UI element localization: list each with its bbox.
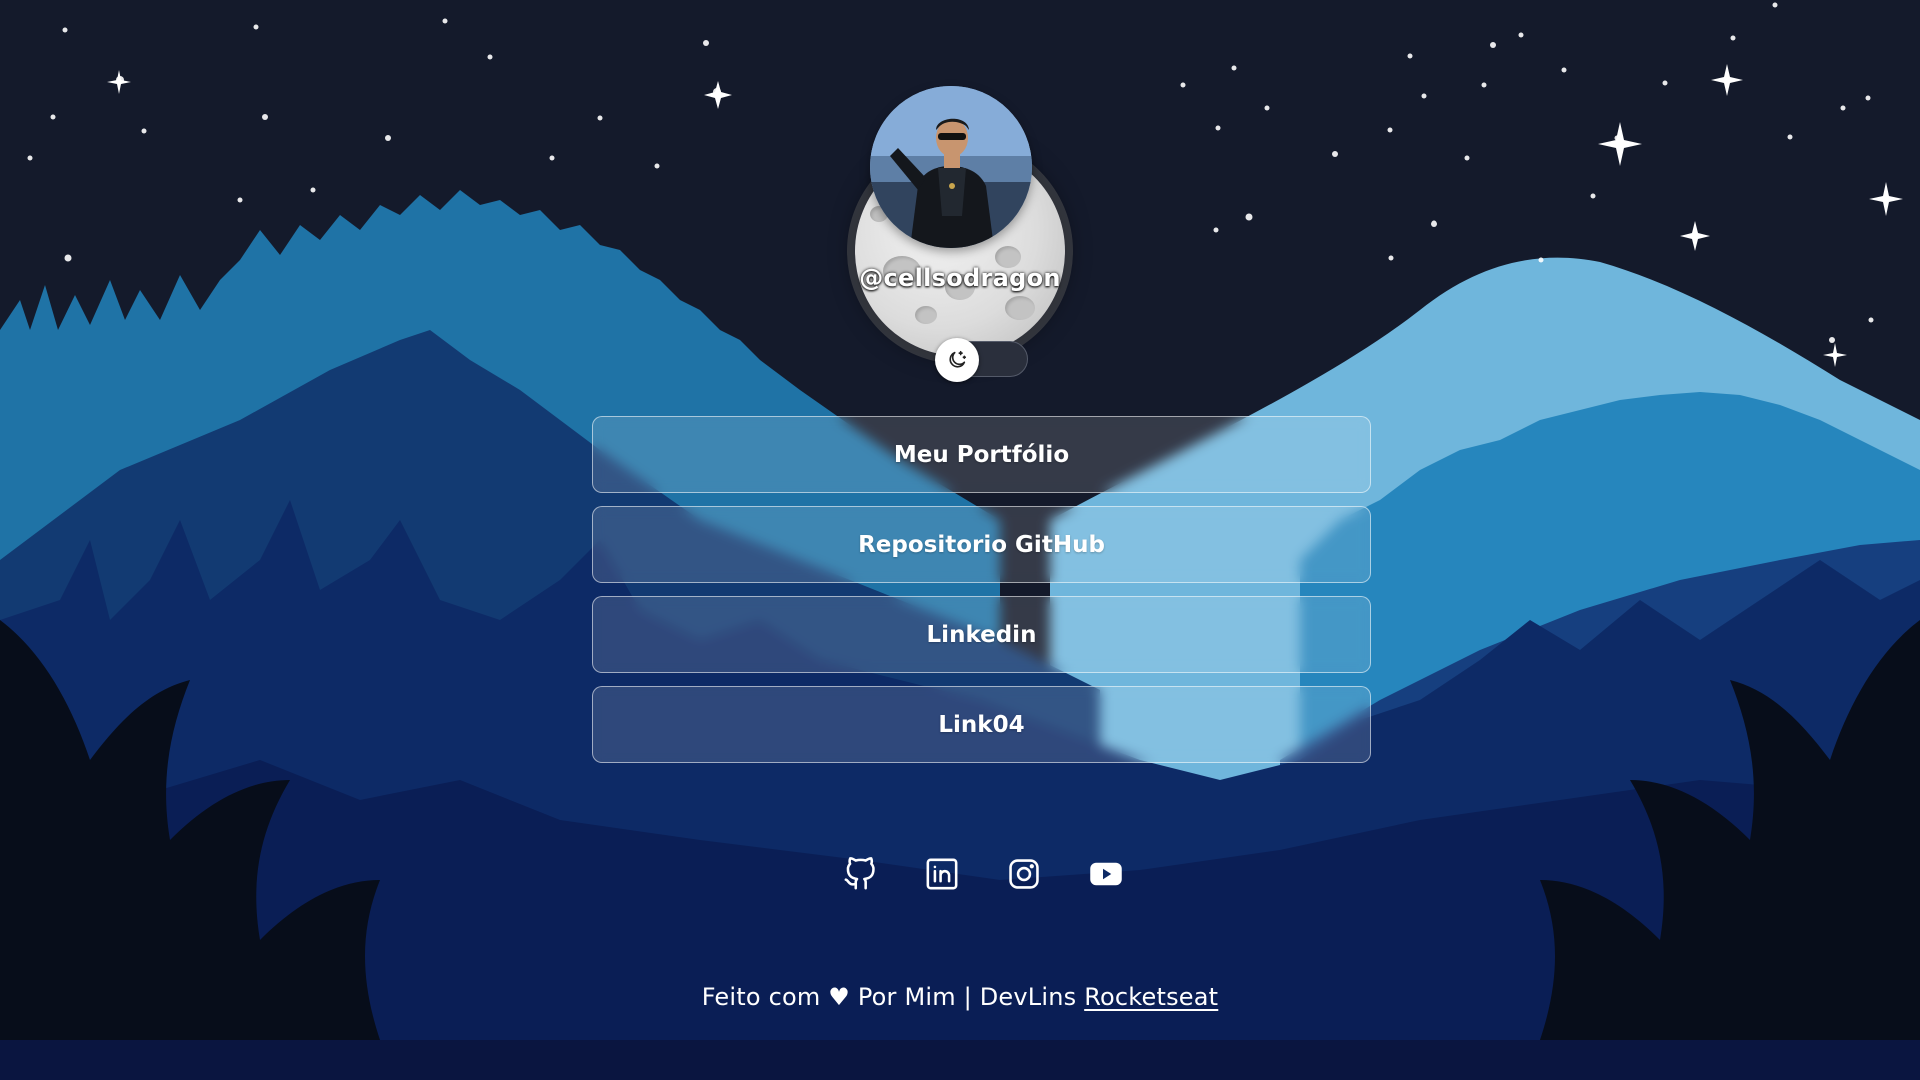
- linkedin-icon: [926, 858, 958, 890]
- footer: Feito com ♥ Por Mim | DevLins Rocketseat: [0, 983, 1920, 1011]
- instagram-icon: [1009, 859, 1039, 889]
- link-linkedin-button[interactable]: Linkedin: [592, 596, 1371, 673]
- avatar: [870, 86, 1032, 248]
- username: @cellsodragon: [859, 264, 1061, 292]
- toggle-knob[interactable]: [935, 338, 979, 382]
- social-links: [838, 852, 1128, 896]
- youtube-link[interactable]: [1084, 852, 1128, 896]
- github-icon: [844, 857, 875, 890]
- youtube-icon: [1090, 862, 1122, 886]
- moon-stars-icon: [949, 350, 967, 368]
- linkedin-link[interactable]: [920, 852, 964, 896]
- github-link[interactable]: [838, 852, 882, 896]
- theme-toggle[interactable]: [935, 338, 1028, 382]
- link-portfolio-button[interactable]: Meu Portfólio: [592, 416, 1371, 493]
- page: @cellsodragon Meu Portfólio Repositorio …: [0, 0, 1920, 1080]
- link-list: Meu Portfólio Repositorio GitHub Linkedi…: [592, 416, 1371, 776]
- link-github-repo-button[interactable]: Repositorio GitHub: [592, 506, 1371, 583]
- footer-text: Feito com: [701, 983, 821, 1011]
- instagram-link[interactable]: [1002, 852, 1046, 896]
- footer-credit: Por Mim | DevLins: [857, 983, 1077, 1011]
- heart-icon: ♥: [828, 983, 850, 1011]
- rocketseat-link[interactable]: Rocketseat: [1084, 983, 1218, 1011]
- link-04-button[interactable]: Link04: [592, 686, 1371, 763]
- profile: @cellsodragon: [855, 86, 1065, 356]
